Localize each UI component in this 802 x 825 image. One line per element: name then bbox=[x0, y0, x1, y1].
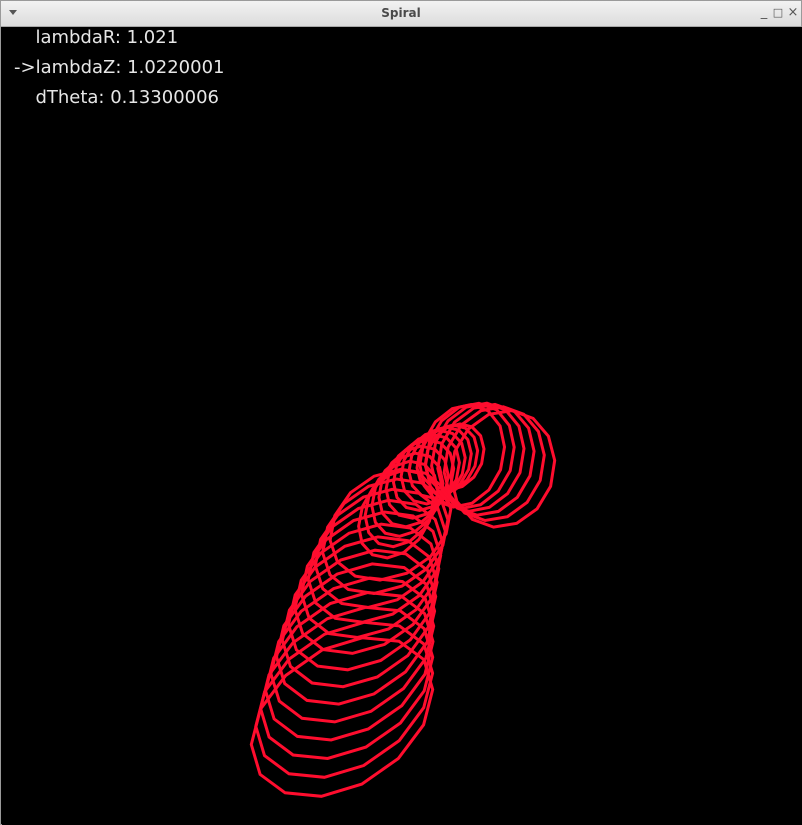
spiral-wireframe bbox=[249, 401, 557, 798]
spiral-window: Spiral _ □ × lambdaR: 1.021 ->lambdaZ: 1… bbox=[0, 0, 802, 825]
window-title: Spiral bbox=[381, 6, 421, 20]
render-canvas[interactable]: lambdaR: 1.021 ->lambdaZ: 1.0220001 dThe… bbox=[2, 27, 802, 825]
close-icon[interactable]: × bbox=[784, 4, 802, 22]
title-bar[interactable]: Spiral _ □ × bbox=[1, 1, 801, 27]
